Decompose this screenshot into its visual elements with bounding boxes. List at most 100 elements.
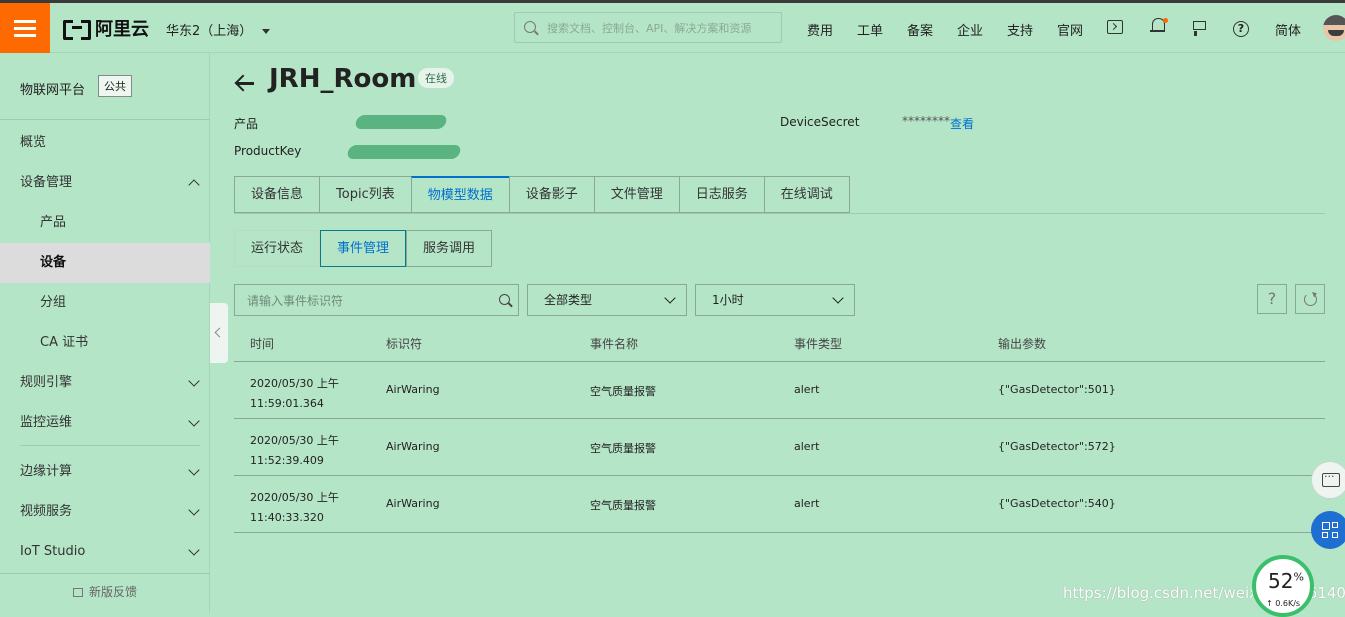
aliyun-logo-icon — [63, 19, 91, 40]
network-speed-widget[interactable]: 52% ↑ 0.6K/s — [1252, 555, 1314, 617]
table-row: 2020/05/30 上午 11:40:33.320 AirWaring 空气质量… — [234, 476, 1325, 533]
tab-topic-list[interactable]: Topic列表 — [319, 176, 411, 213]
table-row: 2020/05/30 上午 11:59:01.364 AirWaring 空气质量… — [234, 362, 1325, 419]
tab-device-shadow[interactable]: 设备影子 — [508, 176, 594, 213]
terminal-icon[interactable] — [1107, 20, 1123, 34]
cell-date: 2020/05/30 上午 — [250, 434, 339, 447]
help-button[interactable]: ? — [1257, 284, 1287, 314]
chevron-down-icon — [188, 415, 200, 427]
cell-event-type: alert — [794, 440, 820, 453]
subtab-service-call[interactable]: 服务调用 — [406, 230, 493, 267]
sidebar-item-label: 分组 — [40, 295, 67, 310]
sidebar-item-label: 概览 — [20, 135, 47, 150]
column-header-output: 输出参数 — [998, 337, 1047, 351]
cart-icon[interactable] — [1189, 16, 1209, 36]
chat-message-icon[interactable] — [1311, 461, 1345, 499]
top-bar: 阿里云 华东2（上海） 费用 工单 备案 企业 支持 官网 ? 简体 — [0, 0, 1345, 53]
speed-percent: 52% — [1268, 569, 1304, 593]
aliyun-logo[interactable]: 阿里云 — [63, 17, 149, 40]
sidebar-item-video-service[interactable]: 视频服务 — [0, 492, 210, 532]
cell-date: 2020/05/30 上午 — [250, 491, 339, 504]
sidebar-item-label: 边缘计算 — [20, 464, 73, 479]
sidebar-item-group[interactable]: 分组 — [0, 283, 210, 323]
notification-dot — [1163, 18, 1168, 23]
nav-enterprise[interactable]: 企业 — [957, 20, 983, 39]
sidebar-item-label: 规则引擎 — [20, 375, 73, 390]
global-search[interactable] — [514, 12, 782, 43]
sidebar-item-iot-studio[interactable]: IoT Studio — [0, 532, 210, 572]
sidebar-item-product[interactable]: 产品 — [0, 203, 210, 243]
nav-official-site[interactable]: 官网 — [1057, 20, 1083, 39]
sidebar-item-label: 产品 — [40, 215, 67, 230]
view-secret-link[interactable]: 查看 — [950, 115, 974, 132]
chevron-down-icon — [664, 292, 676, 304]
cell-clock: 11:52:39.409 — [250, 454, 324, 467]
device-name: JRH_Room — [269, 64, 417, 94]
refresh-button[interactable] — [1295, 284, 1325, 314]
cell-event-type: alert — [794, 383, 820, 396]
redacted-mark — [354, 115, 448, 129]
cell-time: 2020/05/30 上午 11:52:39.409 — [250, 431, 360, 471]
back-arrow-icon[interactable] — [234, 72, 256, 94]
feedback-icon — [72, 588, 83, 597]
devicesecret-label: DeviceSecret — [780, 115, 860, 129]
tab-thing-model-data[interactable]: 物模型数据 — [410, 176, 509, 213]
event-search-input[interactable] — [245, 291, 485, 311]
search-icon[interactable] — [499, 294, 510, 305]
global-search-input[interactable] — [545, 18, 777, 38]
region-label: 华东2（上海） — [166, 24, 253, 39]
cell-time: 2020/05/30 上午 11:59:01.364 — [250, 374, 360, 414]
nav-ticket[interactable]: 工单 — [857, 20, 883, 39]
sidebar-item-edge-computing[interactable]: 边缘计算 — [0, 452, 210, 492]
chevron-down-icon — [188, 375, 200, 387]
event-search[interactable] — [234, 284, 519, 316]
cell-clock: 11:40:33.320 — [250, 511, 324, 524]
tab-file-management[interactable]: 文件管理 — [593, 176, 679, 213]
sidebar-item-monitoring[interactable]: 监控运维 — [0, 403, 210, 443]
cell-clock: 11:59:01.364 — [250, 397, 324, 410]
tab-device-info[interactable]: 设备信息 — [234, 176, 320, 213]
cell-output: {"GasDetector":540} — [998, 497, 1116, 510]
sidebar-item-ca-cert[interactable]: CA 证书 — [0, 323, 210, 363]
logo-text: 阿里云 — [95, 19, 149, 40]
sidebar-item-rule-engine[interactable]: 规则引擎 — [0, 363, 210, 403]
feedback-link[interactable]: 新版反馈 — [0, 583, 210, 600]
tab-online-debug[interactable]: 在线调试 — [763, 176, 850, 213]
event-table: 时间 标识符 事件名称 事件类型 输出参数 2020/05/30 上午 11:59… — [234, 323, 1325, 533]
region-selector[interactable]: 华东2（上海） — [166, 20, 271, 39]
instance-badge[interactable]: 公共 — [98, 75, 132, 97]
event-type-value: 全部类型 — [544, 293, 593, 307]
time-range-select[interactable]: 1小时 — [695, 284, 855, 316]
sidebar-item-overview[interactable]: 概览 — [0, 123, 210, 163]
nav-icp[interactable]: 备案 — [907, 20, 933, 39]
event-type-select[interactable]: 全部类型 — [527, 284, 687, 316]
divider — [0, 573, 210, 574]
tab-log-service[interactable]: 日志服务 — [678, 176, 764, 213]
nav-support[interactable]: 支持 — [1007, 20, 1033, 39]
sidebar-item-device-management[interactable]: 设备管理 — [0, 163, 210, 203]
chevron-down-icon — [832, 292, 844, 304]
divider — [20, 445, 200, 446]
speed-percent-value: 52 — [1268, 569, 1294, 593]
time-range-value: 1小时 — [712, 293, 744, 307]
sidebar-item-label: 设备 — [40, 255, 67, 270]
column-header-event-type: 事件类型 — [794, 337, 843, 351]
divider — [234, 213, 1325, 214]
search-icon — [524, 21, 536, 33]
sidebar-collapse-handle[interactable] — [210, 303, 228, 363]
nav-billing[interactable]: 费用 — [807, 20, 833, 39]
sub-tabs: 运行状态 事件管理 服务调用 — [234, 230, 493, 268]
devicesecret-value: ******** — [902, 114, 950, 128]
user-avatar[interactable] — [1323, 15, 1345, 41]
productkey-label: ProductKey — [234, 144, 302, 158]
cell-identifier: AirWaring — [386, 497, 440, 510]
sidebar-item-device[interactable]: 设备 — [0, 243, 210, 283]
subtab-event-management[interactable]: 事件管理 — [320, 230, 407, 267]
subtab-runtime-status[interactable]: 运行状态 — [234, 230, 321, 267]
apps-grid-icon[interactable] — [1311, 511, 1345, 549]
redacted-mark — [346, 145, 462, 159]
hamburger-menu-icon[interactable] — [0, 3, 50, 53]
help-icon[interactable]: ? — [1233, 21, 1249, 37]
language-switch[interactable]: 简体 — [1275, 20, 1301, 39]
cell-identifier: AirWaring — [386, 440, 440, 453]
